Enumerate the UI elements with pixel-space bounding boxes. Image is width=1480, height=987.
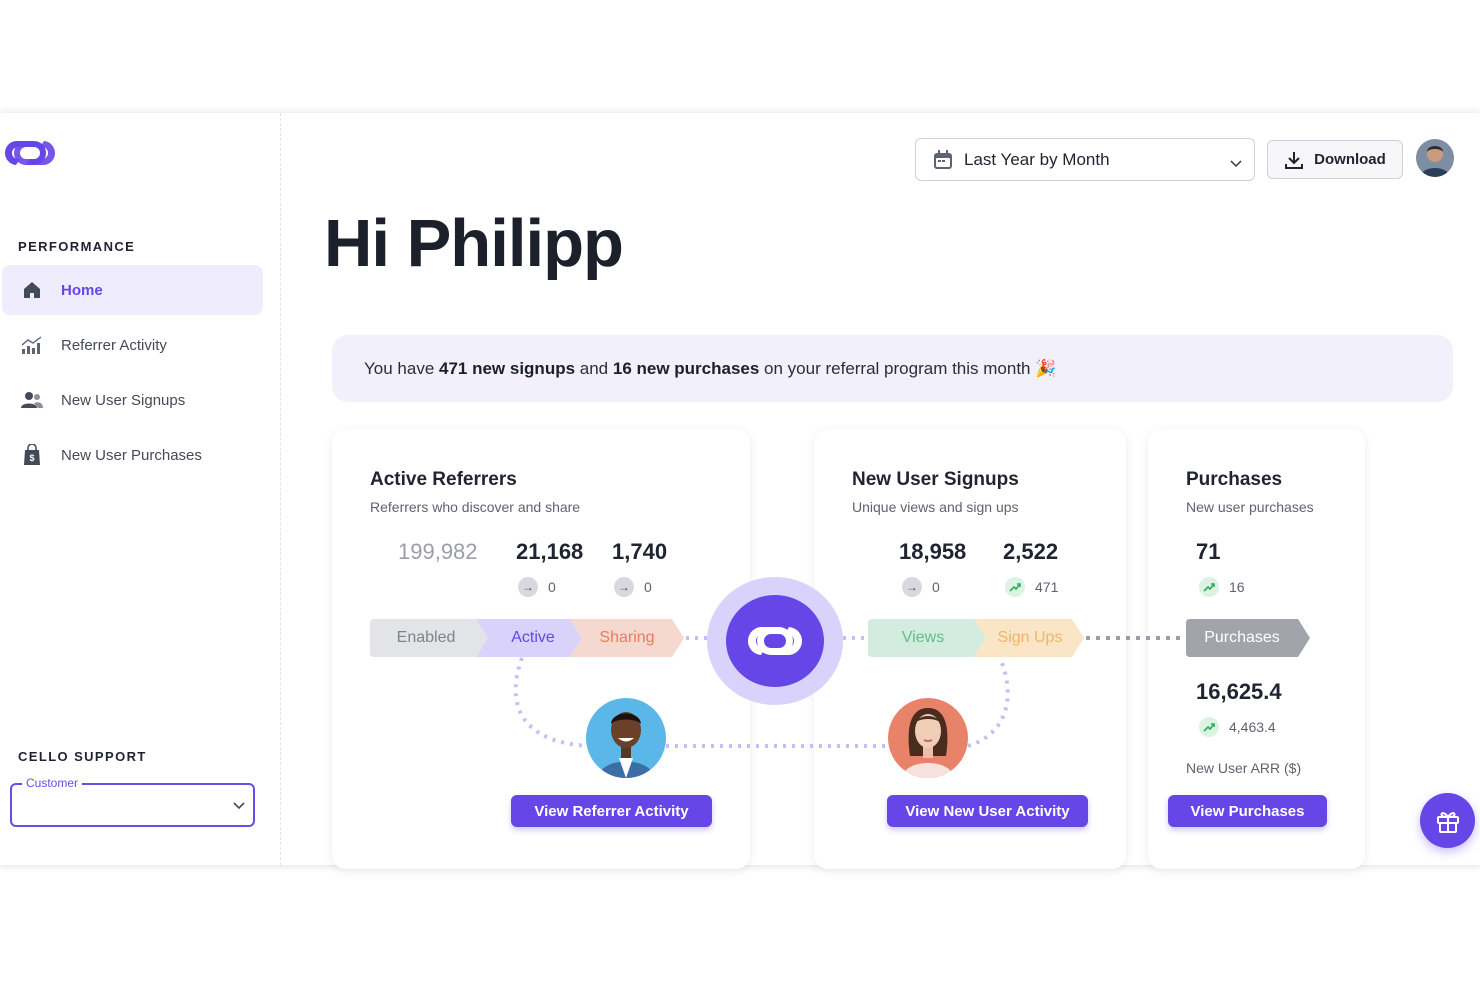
- trending-up-icon: [1199, 577, 1219, 597]
- gift-button[interactable]: [1420, 793, 1475, 848]
- signups-delta: 471: [1005, 577, 1058, 597]
- sharing-delta: → 0: [614, 577, 652, 597]
- active-delta: → 0: [518, 577, 556, 597]
- trending-up-icon: [1199, 717, 1219, 737]
- view-referrer-activity-button[interactable]: View Referrer Activity: [511, 795, 712, 827]
- enabled-referrers-value: 199,982: [398, 539, 478, 564]
- new-user-person-image: [888, 698, 968, 778]
- views-value: 18,958: [899, 539, 967, 564]
- purchases-value: 71: [1196, 539, 1221, 564]
- arrow-right-icon: →: [614, 577, 634, 597]
- arrow-right-icon: →: [902, 577, 922, 597]
- views-delta: → 0: [902, 577, 940, 597]
- delta-value: 0: [932, 579, 940, 595]
- referrer-person-image: [586, 698, 666, 778]
- delta-value: 16: [1229, 579, 1245, 595]
- arr-delta: 4,463.4: [1199, 717, 1276, 737]
- view-purchases-button[interactable]: View Purchases: [1168, 795, 1327, 827]
- delta-value: 0: [644, 579, 652, 595]
- active-referrers-value: 21,168: [516, 539, 584, 564]
- stage-enabled: Enabled: [396, 629, 456, 646]
- app-window: PERFORMANCE Home Referrer Activity New U…: [0, 113, 1480, 869]
- cello-center-logo: [707, 577, 843, 705]
- arr-value: 16,625.4: [1196, 679, 1282, 704]
- sharing-referrers-value: 1,740: [612, 539, 668, 564]
- arr-label: New User ARR ($): [1186, 760, 1302, 776]
- stage-views: Views: [901, 629, 945, 646]
- gift-icon: [1434, 807, 1462, 835]
- delta-value: 471: [1035, 579, 1059, 595]
- stage-signups: Sign Ups: [997, 629, 1063, 646]
- delta-value: 0: [548, 579, 556, 595]
- trending-up-icon: [1005, 577, 1025, 597]
- view-new-user-activity-button[interactable]: View New User Activity: [887, 795, 1088, 827]
- stage-sharing: Sharing: [599, 629, 655, 646]
- arrow-right-icon: →: [518, 577, 538, 597]
- stage-purchases: Purchases: [1204, 629, 1280, 646]
- signups-value: 2,522: [1003, 539, 1059, 564]
- delta-value: 4,463.4: [1229, 719, 1276, 735]
- funnel-connectors: [513, 636, 1186, 748]
- purchases-delta: 16: [1199, 577, 1245, 597]
- stage-active: Active: [511, 629, 555, 646]
- cello-logo-icon: [726, 595, 824, 687]
